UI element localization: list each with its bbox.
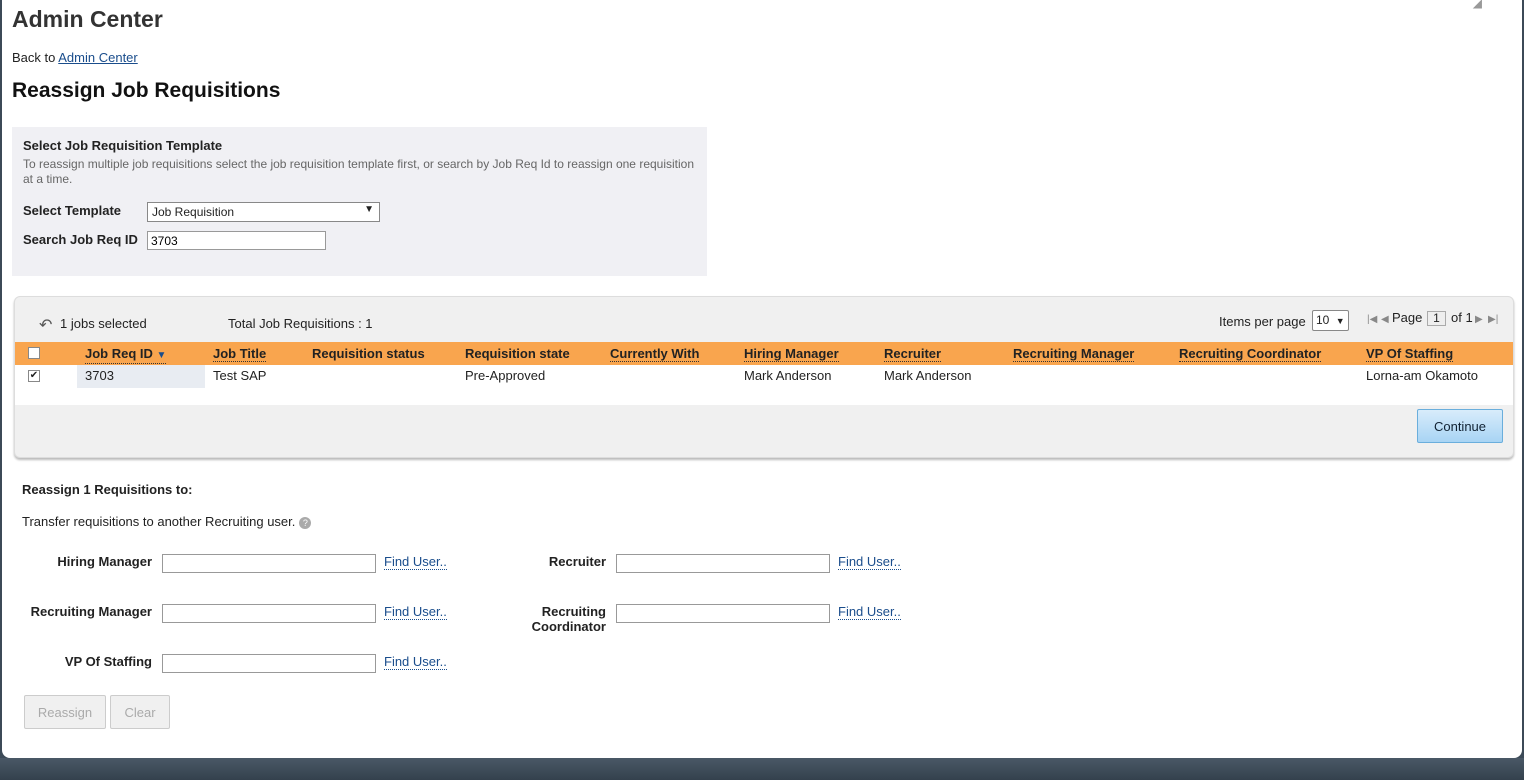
undo-selection-icon[interactable]: ↶ [39, 315, 52, 335]
template-section-title: Select Job Requisition Template [23, 138, 223, 153]
back-prefix: Back to [12, 50, 56, 65]
search-job-req-input[interactable] [147, 231, 326, 250]
recruiting-coordinator-label-line1: Recruiting [541, 604, 606, 619]
select-template-label: Select Template [23, 203, 122, 218]
page-container: ◢ Admin Center Back to Admin Center Reas… [2, 0, 1522, 758]
last-page-icon[interactable]: ▶| [1488, 314, 1498, 325]
dropdown-arrow-icon: ▼ [364, 204, 374, 215]
hiring-manager-input[interactable] [162, 554, 376, 573]
resize-corner-icon: ◢ [1472, 0, 1482, 10]
col-recruiter[interactable]: Recruiter [884, 346, 942, 362]
recruiting-manager-label: Recruiting Manager [30, 604, 152, 619]
reassign-section-title: Reassign 1 Requisitions to: [22, 482, 193, 497]
col-recruiting-coordinator[interactable]: Recruiting Coordinator [1179, 346, 1322, 362]
vp-of-staffing-input[interactable] [162, 654, 376, 673]
page-of-label: of 1 [1451, 310, 1473, 325]
col-vp-of-staffing[interactable]: VP Of Staffing [1366, 346, 1454, 362]
recruiting-manager-find-user-link[interactable]: Find User.. [384, 604, 447, 620]
hiring-manager-label: Hiring Manager [57, 554, 152, 569]
recruiter-label: Recruiter [548, 554, 606, 569]
col-requisition-status: Requisition status [312, 346, 425, 361]
first-page-icon[interactable]: |◀ [1367, 314, 1377, 325]
cell-job-req-id: 3703 [85, 368, 114, 383]
recruiting-coordinator-label: Recruiting Coordinator [476, 604, 606, 634]
prev-page-icon[interactable]: ◀ [1381, 314, 1389, 325]
vp-of-staffing-label: VP Of Staffing [64, 654, 152, 669]
dropdown-arrow-icon: ▼ [1335, 316, 1345, 326]
help-icon[interactable]: ? [299, 516, 312, 529]
back-line: Back to Admin Center [12, 50, 138, 65]
recruiting-manager-input[interactable] [162, 604, 376, 623]
page-number-input[interactable]: 1 [1427, 311, 1446, 326]
cell-job-title: Test SAP [213, 368, 267, 383]
requisitions-grid-panel: ↶ 1 jobs selected Total Job Requisitions… [14, 296, 1514, 458]
cell-recruiter: Mark Anderson [884, 368, 972, 383]
items-per-page-value: 10 [1316, 313, 1330, 327]
selected-count: 1 jobs selected [60, 316, 147, 331]
template-section-description: To reassign multiple job requisitions se… [23, 157, 695, 186]
template-select[interactable]: Job Requisition ▼ [147, 202, 380, 222]
total-count: Total Job Requisitions : 1 [228, 316, 373, 331]
row-checkbox[interactable]: ✔ [28, 370, 40, 382]
table-row: ✔ 3703 Test SAP Pre-Approved Mark Anders… [15, 365, 1513, 405]
page-title: Reassign Job Requisitions [12, 79, 281, 102]
col-requisition-state: Requisition state [465, 346, 570, 361]
recruiting-coordinator-find-user-link[interactable]: Find User.. [838, 604, 901, 620]
admin-center-link[interactable]: Admin Center [58, 50, 137, 65]
col-job-title[interactable]: Job Title [213, 346, 267, 362]
cell-hiring-manager: Mark Anderson [744, 368, 832, 383]
next-page-icon[interactable]: ▶ [1475, 314, 1483, 325]
page-label: Page [1392, 310, 1423, 325]
admin-center-title: Admin Center [12, 6, 163, 32]
clear-button[interactable]: Clear [110, 695, 170, 729]
vp-of-staffing-find-user-link[interactable]: Find User.. [384, 654, 447, 670]
col-currently-with[interactable]: Currently With [610, 346, 700, 362]
bottom-footer-bar [0, 758, 1524, 780]
template-selection-panel: Select Job Requisition Template To reass… [12, 127, 707, 276]
continue-button[interactable]: Continue [1417, 409, 1503, 443]
recruiting-coordinator-input[interactable] [616, 604, 830, 623]
items-per-page-label: Items per page [1219, 314, 1306, 329]
recruiter-find-user-link[interactable]: Find User.. [838, 554, 901, 570]
template-select-value: Job Requisition [152, 205, 235, 219]
col-hiring-manager[interactable]: Hiring Manager [744, 346, 839, 362]
table-header: Job Req ID ▼ Job Title Requisition statu… [15, 342, 1513, 365]
recruiting-coordinator-label-line2: Coordinator [531, 619, 606, 634]
transfer-description: Transfer requisitions to another Recruit… [22, 514, 312, 529]
hiring-manager-find-user-link[interactable]: Find User.. [384, 554, 447, 570]
items-per-page-select[interactable]: 10 ▼ [1312, 310, 1349, 331]
recruiter-input[interactable] [616, 554, 830, 573]
reassign-button[interactable]: Reassign [24, 695, 106, 729]
transfer-text: Transfer requisitions to another Recruit… [22, 514, 296, 529]
search-job-req-label: Search Job Req ID [23, 232, 138, 247]
cell-requisition-state: Pre-Approved [465, 368, 546, 383]
col-recruiting-manager[interactable]: Recruiting Manager [1013, 346, 1135, 362]
col-job-req-id[interactable]: Job Req ID ▼ [85, 346, 167, 364]
cell-vp-of-staffing: Lorna-am Okamoto [1366, 368, 1478, 383]
select-all-checkbox[interactable] [28, 347, 40, 359]
sort-desc-icon: ▼ [156, 350, 167, 361]
